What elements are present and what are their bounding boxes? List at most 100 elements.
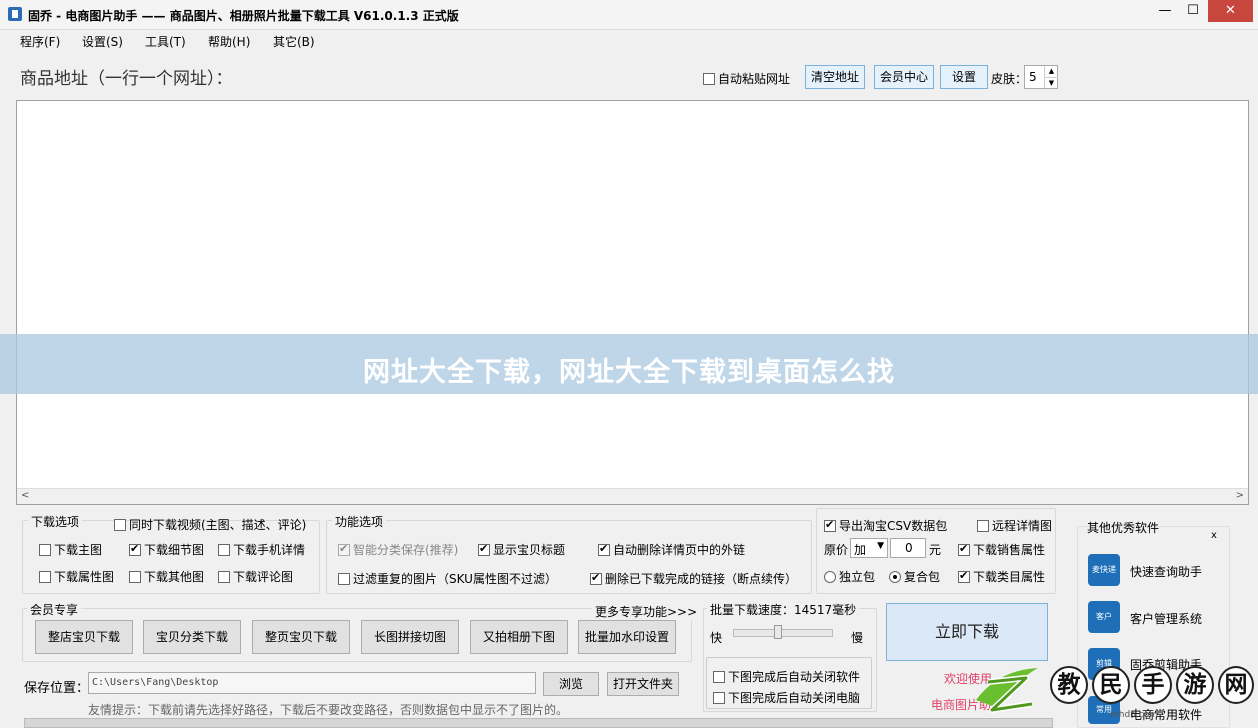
download-detail-checkbox[interactable]: 下载细节图: [129, 541, 204, 558]
watermark-char: 手: [1134, 666, 1172, 704]
combo-package-dot[interactable]: [889, 571, 901, 583]
member-center-button[interactable]: 会员中心: [874, 65, 934, 89]
shutdown-box[interactable]: [713, 692, 725, 704]
download-attr-box[interactable]: [39, 571, 51, 583]
watermark-settings-button[interactable]: 批量加水印设置: [578, 620, 676, 654]
auto-paste-box[interactable]: [703, 73, 715, 85]
category-download-button[interactable]: 宝贝分类下载: [143, 620, 241, 654]
customer-manager-link[interactable]: 客户管理系统: [1130, 610, 1202, 627]
category-attr-checkbox[interactable]: 下载类目属性: [958, 568, 1045, 585]
menu-tools[interactable]: 工具(T): [145, 33, 186, 50]
sales-attr-checkbox[interactable]: 下载销售属性: [958, 541, 1045, 558]
export-csv-label: 导出淘宝CSV数据包: [839, 519, 948, 533]
download-mobile-box[interactable]: [218, 544, 230, 556]
clear-urls-button[interactable]: 清空地址: [805, 65, 865, 89]
filter-duplicate-label: 过滤重复的图片（SKU属性图不过滤）: [353, 572, 557, 586]
skin-spinner[interactable]: 5 ▲ ▼: [1024, 65, 1058, 89]
sales-attr-label: 下载销售属性: [973, 543, 1046, 557]
skin-label: 皮肤：: [991, 72, 1028, 86]
app-icon: [8, 7, 22, 21]
price-op-select[interactable]: 加 ▼: [850, 538, 888, 558]
long-image-button[interactable]: 长图拼接切图: [361, 620, 459, 654]
chevron-down-icon: ▼: [877, 541, 884, 551]
overlay-text: 网址大全下载，网址大全下载到桌面怎么找: [363, 357, 895, 388]
save-path-input[interactable]: C:\Users\Fang\Desktop: [88, 672, 536, 694]
skin-value: 5: [1029, 70, 1037, 84]
speed-slider-thumb[interactable]: [774, 625, 782, 639]
download-main-checkbox[interactable]: 下载主图: [39, 541, 102, 558]
download-review-checkbox[interactable]: 下载评论图: [218, 568, 293, 585]
courier-icon[interactable]: 麦快递: [1088, 554, 1120, 586]
remote-detail-checkbox[interactable]: 远程详情图: [977, 517, 1052, 534]
download-attr-checkbox[interactable]: 下载属性图: [39, 568, 114, 585]
filter-duplicate-box[interactable]: [338, 573, 350, 585]
combo-package-radio[interactable]: 复合包: [889, 568, 940, 585]
category-attr-box[interactable]: [958, 569, 970, 583]
video-download-label: 同时下载视频(主图、描述、评论): [129, 518, 307, 532]
url-label: 商品地址（一行一个网址）：: [20, 69, 233, 89]
download-other-box[interactable]: [129, 571, 141, 583]
shutdown-checkbox[interactable]: 下图完成后自动关闭电脑: [713, 689, 860, 706]
scroll-left-icon[interactable]: <: [21, 490, 29, 501]
remote-detail-box[interactable]: [977, 520, 989, 532]
menu-settings[interactable]: 设置(S): [82, 33, 123, 50]
spin-down-icon[interactable]: ▼: [1044, 77, 1058, 88]
export-csv-checkbox[interactable]: 导出淘宝CSV数据包: [824, 517, 947, 534]
video-download-checkbox[interactable]: 同时下载视频(主图、描述、评论): [114, 516, 306, 533]
menu-program[interactable]: 程序(F): [20, 33, 60, 50]
menu-other[interactable]: 其它(B): [273, 33, 315, 50]
minimize-button[interactable]: —: [1152, 0, 1178, 22]
show-title-checkbox[interactable]: 显示宝贝标题: [478, 541, 565, 558]
start-download-button[interactable]: 立即下载: [886, 603, 1048, 661]
close-app-box[interactable]: [713, 671, 725, 683]
download-review-box[interactable]: [218, 571, 230, 583]
customer-icon[interactable]: 客户: [1088, 601, 1120, 633]
download-other-checkbox[interactable]: 下载其他图: [129, 568, 204, 585]
export-csv-box[interactable]: [824, 518, 836, 532]
browse-button[interactable]: 浏览: [543, 672, 599, 696]
remove-links-box[interactable]: [598, 542, 610, 556]
download-main-box[interactable]: [39, 544, 51, 556]
settings-button[interactable]: 设置: [940, 65, 988, 89]
combo-package-label: 复合包: [904, 570, 941, 584]
single-package-dot[interactable]: [824, 571, 836, 583]
url-textarea[interactable]: [16, 100, 1249, 505]
single-package-radio[interactable]: 独立包: [824, 568, 875, 585]
app-window: 固乔 - 电商图片助手 —— 商品图片、相册照片批量下载工具 V61.0.1.3…: [0, 0, 1258, 728]
whole-shop-download-button[interactable]: 整店宝贝下载: [35, 620, 133, 654]
delete-finished-box[interactable]: [590, 571, 602, 585]
watermark-url: mhdn.com: [1110, 710, 1158, 720]
scroll-right-icon[interactable]: >: [1236, 490, 1244, 501]
filter-duplicate-checkbox[interactable]: 过滤重复的图片（SKU属性图不过滤）: [338, 570, 557, 587]
auto-paste-checkbox[interactable]: 自动粘贴网址: [703, 70, 790, 87]
remote-detail-label: 远程详情图: [992, 519, 1053, 533]
remove-links-checkbox[interactable]: 自动删除详情页中的外链: [598, 541, 745, 558]
more-features-link[interactable]: 更多专享功能>>>: [592, 603, 701, 620]
speed-slider[interactable]: [733, 629, 833, 637]
download-mobile-checkbox[interactable]: 下载手机详情: [218, 541, 305, 558]
horizontal-scrollbar[interactable]: < >: [17, 488, 1248, 504]
quick-query-link[interactable]: 快速查询助手: [1130, 563, 1202, 580]
page-download-button[interactable]: 整页宝贝下载: [252, 620, 350, 654]
menu-help[interactable]: 帮助(H): [208, 33, 250, 50]
youpai-album-button[interactable]: 又拍相册下图: [470, 620, 568, 654]
spin-up-icon[interactable]: ▲: [1044, 66, 1058, 77]
download-detail-label: 下载细节图: [144, 543, 205, 557]
download-options-title: 下载选项: [28, 513, 83, 530]
video-download-box[interactable]: [114, 519, 126, 531]
maximize-button[interactable]: ☐: [1180, 0, 1206, 22]
open-folder-button[interactable]: 打开文件夹: [607, 672, 679, 696]
panel-close-icon[interactable]: x: [1211, 530, 1217, 541]
category-attr-label: 下载类目属性: [973, 570, 1046, 584]
close-app-checkbox[interactable]: 下图完成后自动关闭软件: [713, 668, 860, 685]
show-title-box[interactable]: [478, 542, 490, 556]
remove-links-label: 自动删除详情页中的外链: [613, 543, 746, 557]
download-detail-box[interactable]: [129, 542, 141, 556]
price-value: 0: [905, 541, 913, 555]
close-button[interactable]: ✕: [1208, 0, 1253, 22]
price-value-input[interactable]: 0: [890, 538, 926, 558]
watermark-logo: [976, 668, 1038, 713]
sales-attr-box[interactable]: [958, 542, 970, 556]
show-title-label: 显示宝贝标题: [493, 543, 566, 557]
delete-finished-checkbox[interactable]: 删除已下载完成的链接（断点续传）: [590, 570, 797, 587]
